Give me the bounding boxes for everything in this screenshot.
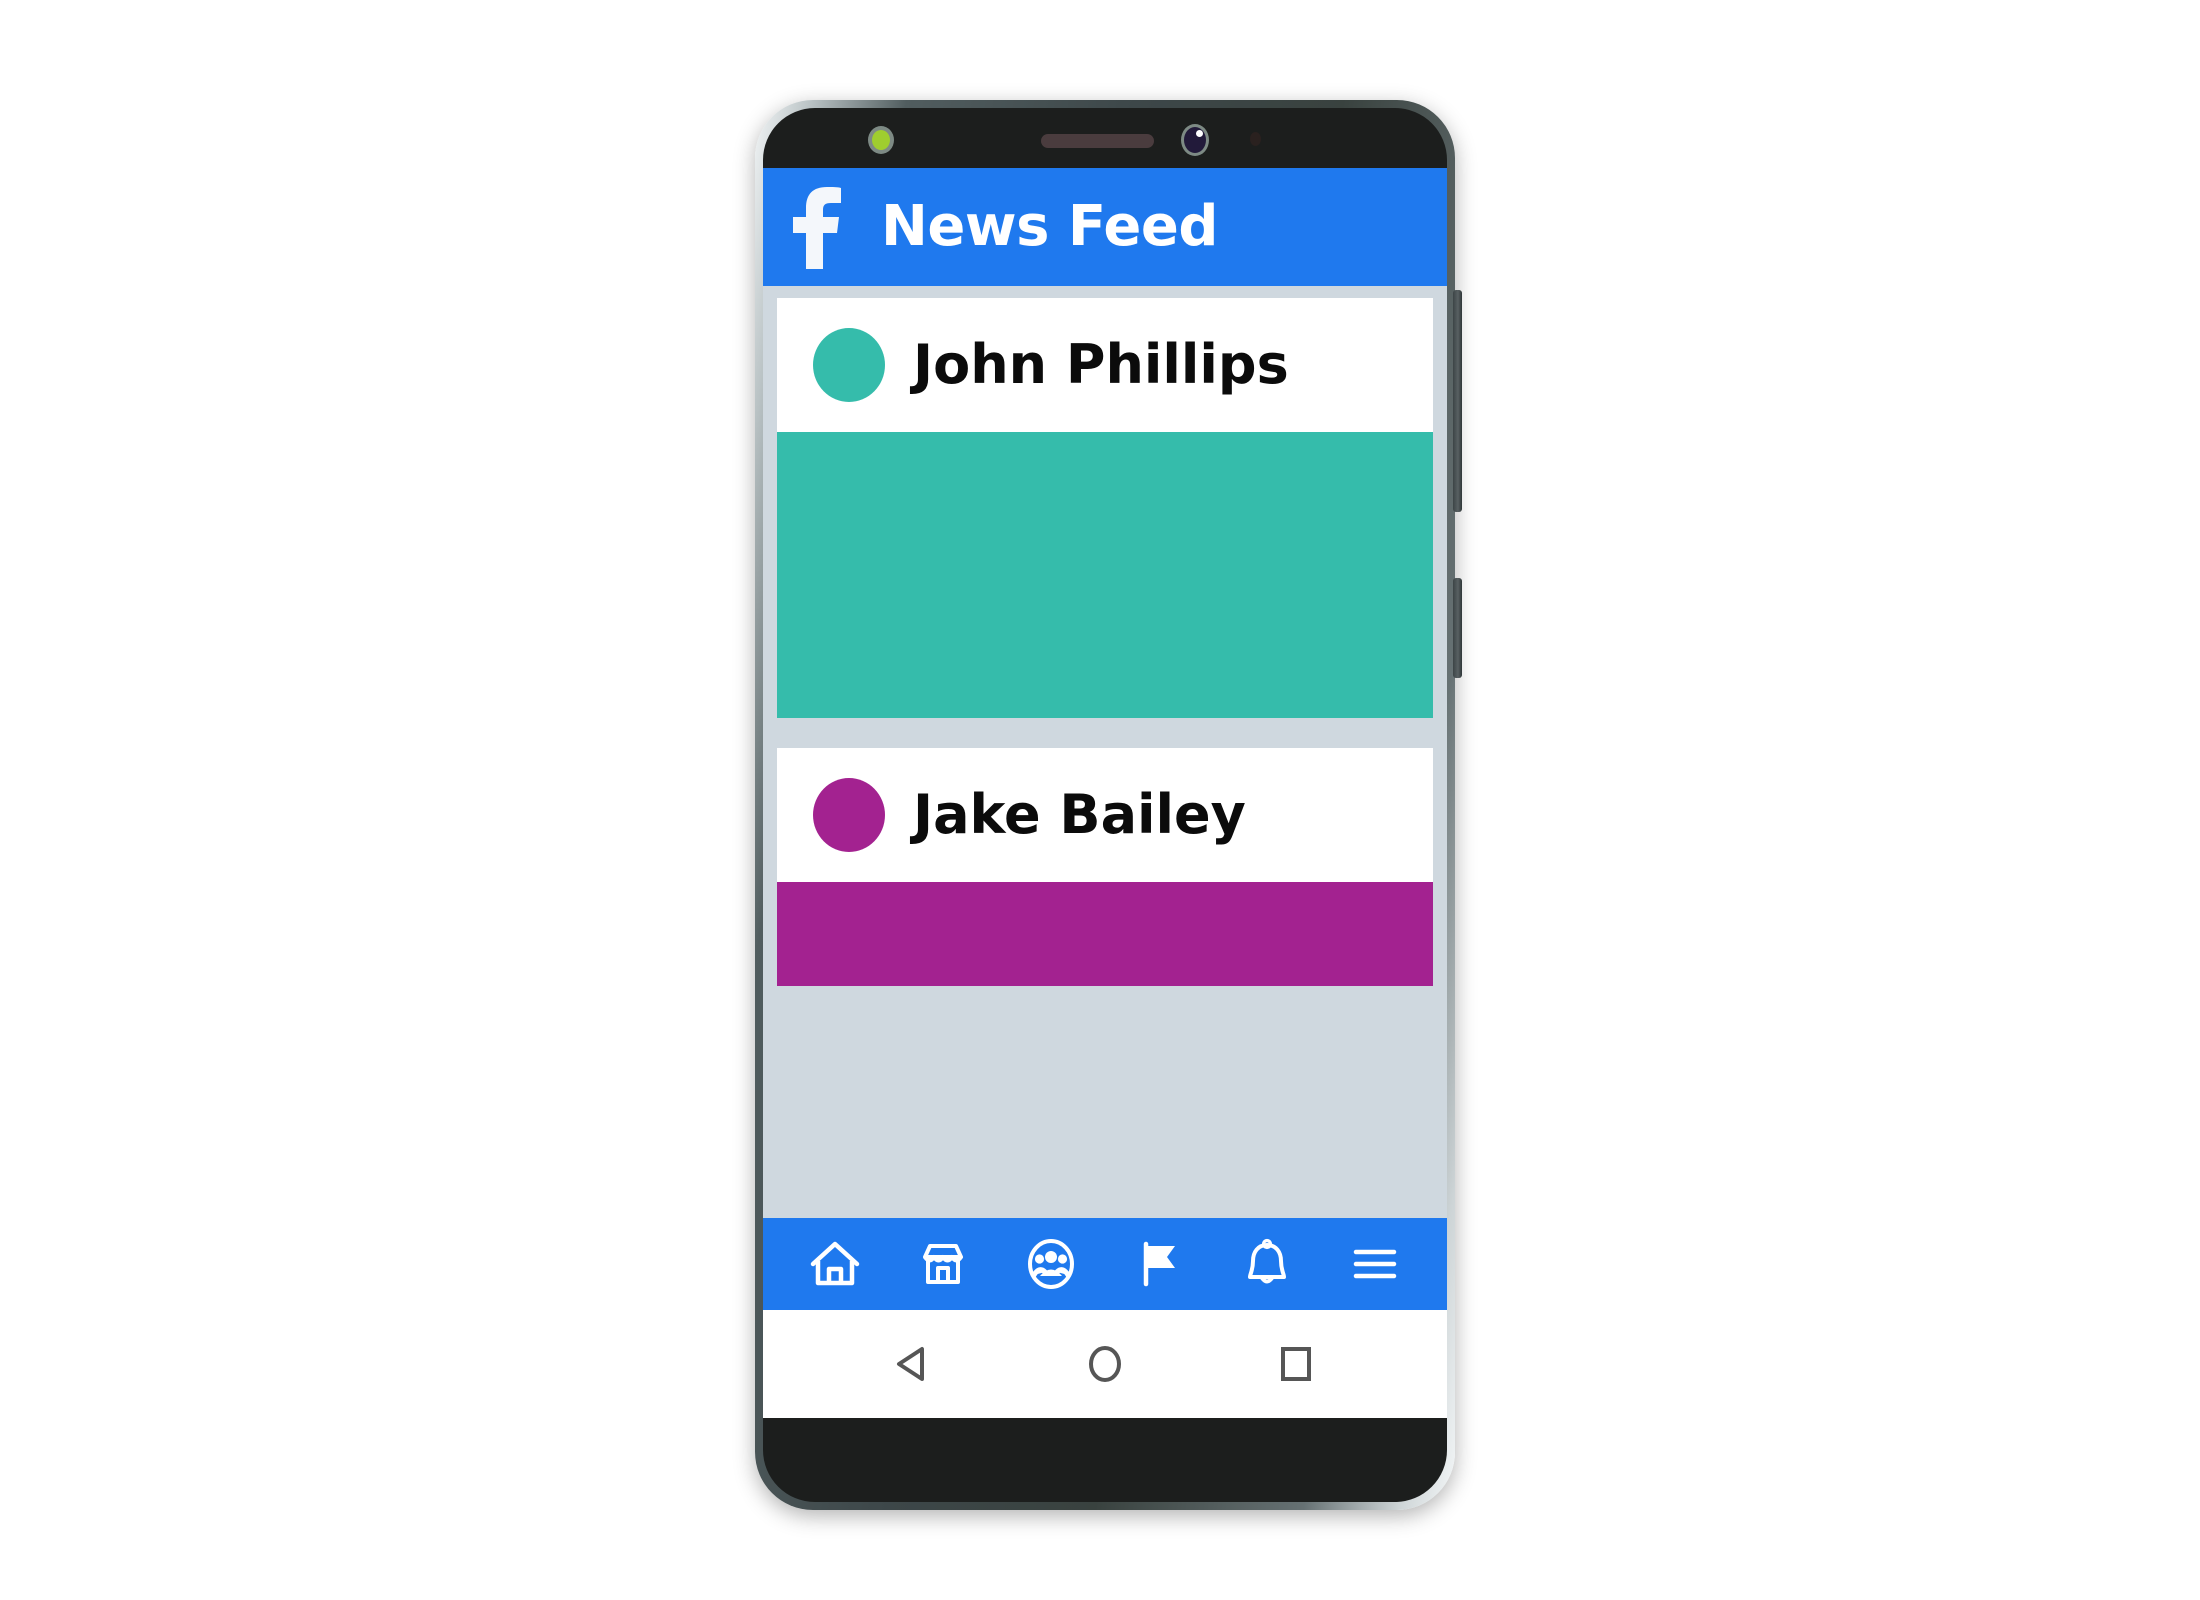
earpiece-speaker-icon: [1041, 134, 1154, 148]
sensor-dot-icon: [868, 126, 894, 154]
post-author-name[interactable]: John Phillips: [913, 338, 1289, 392]
ir-sensor-icon: [1250, 132, 1261, 146]
recents-square-icon: [1272, 1340, 1320, 1388]
phone-top-bezel: [763, 108, 1447, 168]
post-header: Jake Bailey: [777, 748, 1433, 882]
system-nav-back[interactable]: [886, 1336, 942, 1392]
phone-screen: News Feed John Phillips Jake Bailey: [763, 168, 1447, 1418]
post-image[interactable]: [777, 882, 1433, 986]
news-feed-list[interactable]: John Phillips Jake Bailey: [763, 286, 1447, 986]
facebook-f-logo-icon[interactable]: [789, 185, 847, 269]
marketplace-icon: [917, 1238, 969, 1290]
power-button[interactable]: [1453, 578, 1462, 678]
volume-rocker-button[interactable]: [1453, 290, 1462, 512]
post-image[interactable]: [777, 432, 1433, 718]
device-stage: News Feed John Phillips Jake Bailey: [0, 0, 2200, 1600]
nav-item-notifications[interactable]: [1236, 1233, 1298, 1295]
nav-item-menu[interactable]: [1344, 1233, 1406, 1295]
page-title: News Feed: [881, 194, 1218, 259]
system-nav-recents[interactable]: [1268, 1336, 1324, 1392]
flag-icon: [1133, 1238, 1185, 1290]
avatar[interactable]: [813, 778, 885, 852]
back-triangle-icon: [890, 1340, 938, 1388]
home-icon: [809, 1238, 861, 1290]
avatar[interactable]: [813, 328, 885, 402]
groups-icon: [1025, 1238, 1077, 1290]
post-card[interactable]: Jake Bailey: [777, 748, 1433, 986]
nav-item-groups[interactable]: [1020, 1233, 1082, 1295]
post-author-name[interactable]: Jake Bailey: [913, 788, 1246, 842]
system-nav-home[interactable]: [1077, 1336, 1133, 1392]
bell-icon: [1241, 1238, 1293, 1290]
post-card[interactable]: John Phillips: [777, 298, 1433, 718]
menu-icon: [1349, 1238, 1401, 1290]
post-header: John Phillips: [777, 298, 1433, 432]
android-system-nav: [763, 1310, 1447, 1418]
nav-item-pages[interactable]: [1128, 1233, 1190, 1295]
home-circle-icon: [1081, 1340, 1129, 1388]
front-camera-icon: [1181, 124, 1209, 156]
phone-body: News Feed John Phillips Jake Bailey: [763, 108, 1447, 1502]
app-bottom-nav: [763, 1218, 1447, 1310]
phone-device: News Feed John Phillips Jake Bailey: [755, 100, 1462, 1510]
feed-divider: [763, 718, 1447, 748]
nav-item-home[interactable]: [804, 1233, 866, 1295]
nav-item-marketplace[interactable]: [912, 1233, 974, 1295]
app-header: News Feed: [763, 168, 1447, 286]
